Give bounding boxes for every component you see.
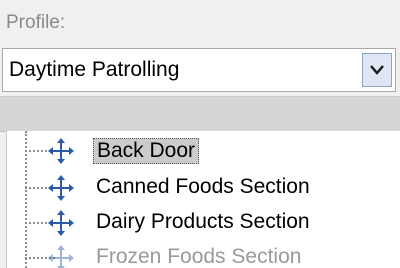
preset-tree[interactable]: Back Door Canned Foods Section Dairy Pro… <box>6 131 400 268</box>
tree-item-frozen-foods[interactable]: Frozen Foods Section <box>7 240 400 268</box>
ptz-move-icon <box>48 245 74 268</box>
tree-item-label: Back Door <box>93 138 200 164</box>
tree-item-label: Frozen Foods Section <box>96 245 302 268</box>
ptz-move-icon <box>48 175 74 201</box>
profile-select[interactable]: Daytime Patrolling <box>2 48 396 92</box>
profile-select-value: Daytime Patrolling <box>9 58 180 81</box>
ptz-move-icon <box>48 138 74 164</box>
profile-label: Profile: <box>6 12 66 33</box>
tree-item-label: Dairy Products Section <box>96 210 310 233</box>
chevron-down-icon <box>370 65 384 75</box>
tree-item-dairy-products[interactable]: Dairy Products Section <box>7 205 400 239</box>
ptz-move-icon <box>48 210 74 236</box>
tree-item-back-door[interactable]: Back Door <box>7 133 400 167</box>
toolbar-band <box>0 96 400 132</box>
tree-item-canned-foods[interactable]: Canned Foods Section <box>7 170 400 204</box>
tree-item-label: Canned Foods Section <box>96 175 310 198</box>
dropdown-arrow-button[interactable] <box>362 53 392 87</box>
